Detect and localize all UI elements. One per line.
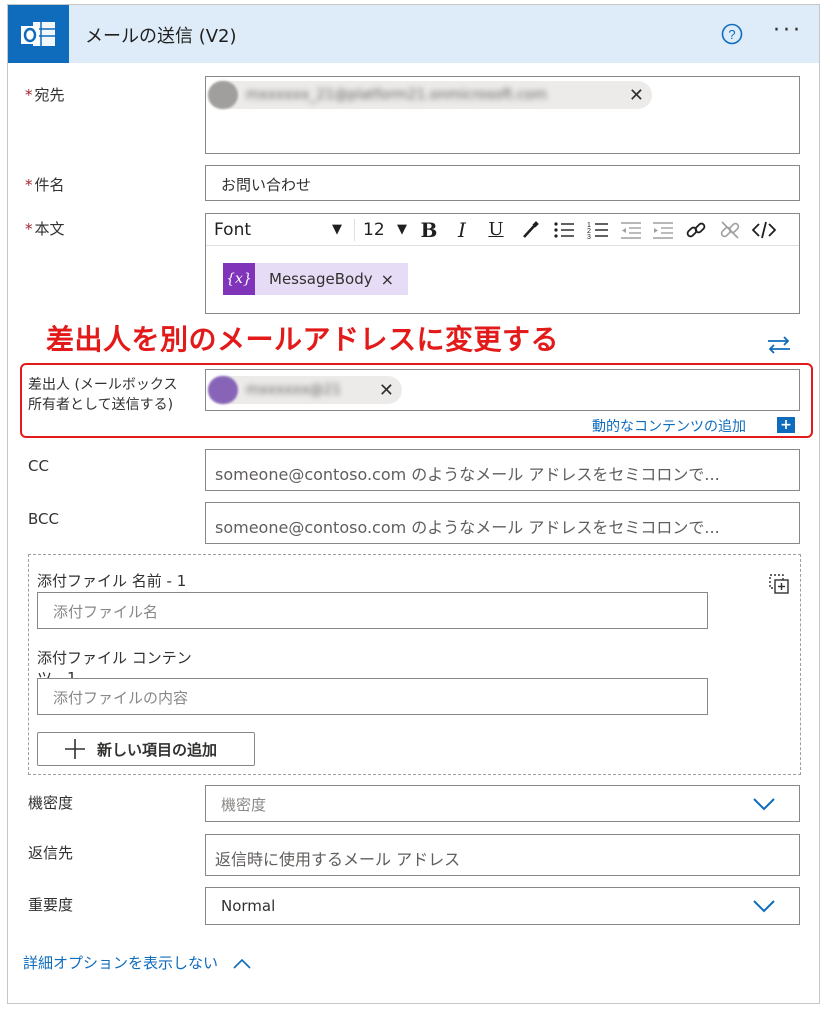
- font-color-icon[interactable]: [513, 214, 547, 246]
- attachment-name-input[interactable]: 添付ファイル名: [37, 592, 708, 629]
- hide-advanced-options-label: 詳細オプションを表示しない: [23, 954, 219, 972]
- sensitivity-label: 機密度: [28, 794, 74, 812]
- remove-token-icon[interactable]: ×: [381, 270, 394, 289]
- to-label: * 宛先: [25, 86, 65, 104]
- bcc-placeholder: someone@contoso.com のようなメール アドレスをセミコロンで.…: [215, 518, 720, 537]
- from-field[interactable]: mxxxxxx@21 ✕: [205, 369, 800, 411]
- sensitivity-dropdown[interactable]: 機密度: [205, 785, 800, 822]
- from-label-line2: 所有者として送信する): [28, 397, 174, 413]
- attachment-name-label: 添付ファイル 名前 - 1: [37, 572, 187, 590]
- chevron-down-icon: [753, 900, 775, 913]
- card-title: メールの送信 (V2): [85, 26, 237, 47]
- sender-email-redacted: mxxxxxx@21: [246, 382, 342, 398]
- code-view-icon[interactable]: [747, 214, 781, 246]
- importance-label: 重要度: [28, 896, 74, 914]
- variable-icon: {x}: [223, 263, 255, 295]
- chevron-down-icon: [753, 798, 775, 811]
- increase-indent-icon[interactable]: [647, 214, 679, 246]
- svg-text:3: 3: [587, 234, 591, 240]
- link-icon[interactable]: [679, 214, 713, 246]
- attachment-content-label-line2: ツ - 1: [37, 669, 77, 678]
- attachment-content-label-line1: 添付ファイル コンテン: [37, 649, 192, 667]
- attachments-group: 添付ファイル 名前 - 1 添付ファイル名 添付ファイル コンテン ツ - 1 …: [28, 554, 801, 775]
- underline-icon[interactable]: U: [479, 214, 513, 246]
- svg-text:?: ?: [728, 27, 735, 42]
- body-label: * 本文: [25, 220, 65, 238]
- subject-input[interactable]: お問い合わせ: [205, 165, 800, 201]
- dropdown-arrow-icon: ▼: [397, 222, 407, 237]
- attachment-name-placeholder: 添付ファイル名: [53, 603, 159, 621]
- importance-dropdown[interactable]: Normal: [205, 887, 800, 925]
- swap-icon[interactable]: [766, 335, 792, 355]
- recipient-chip[interactable]: mxxxxxx_21@platform21.onmicrosoft.com ✕: [208, 81, 652, 109]
- attachment-content-input[interactable]: 添付ファイルの内容: [37, 678, 708, 715]
- from-label-line1: 差出人 (メールボックス: [28, 377, 178, 393]
- importance-value: Normal: [221, 897, 276, 915]
- dynamic-token-messagebody[interactable]: {x} MessageBody ×: [223, 263, 409, 295]
- attachment-content-placeholder: 添付ファイルの内容: [53, 689, 189, 707]
- card-header[interactable]: メールの送信 (V2) ? ···: [8, 5, 819, 63]
- remove-recipient-icon[interactable]: ✕: [629, 85, 644, 106]
- hide-advanced-options-link[interactable]: 詳細オプションを表示しない: [23, 952, 251, 973]
- add-plus-icon[interactable]: +: [777, 417, 795, 433]
- from-label: 差出人 (メールボックス 所有者として送信する): [28, 375, 178, 415]
- token-label: MessageBody: [269, 270, 373, 288]
- avatar: [208, 81, 238, 109]
- add-new-item-label: 新しい項目の追加: [97, 740, 218, 759]
- bcc-input[interactable]: someone@contoso.com のようなメール アドレスをセミコロンで.…: [205, 502, 800, 544]
- copy-icon[interactable]: [768, 573, 790, 595]
- add-new-item-button[interactable]: 新しい項目の追加: [37, 732, 255, 766]
- font-size-select[interactable]: 12 ▼: [355, 214, 413, 246]
- add-dynamic-content-link[interactable]: 動的なコンテンツの追加: [592, 416, 746, 436]
- reply-to-input[interactable]: 返信時に使用するメール アドレス: [205, 834, 800, 876]
- subject-value: お問い合わせ: [221, 176, 312, 194]
- sensitivity-placeholder: 機密度: [221, 796, 267, 814]
- font-family-value: Font: [214, 219, 252, 240]
- to-field[interactable]: mxxxxxx_21@platform21.onmicrosoft.com ✕: [205, 76, 800, 154]
- rich-text-toolbar: Font ▼ 12 ▼ B I U 123: [206, 214, 799, 246]
- annotation-text: 差出人を別のメールアドレスに変更する: [46, 323, 560, 356]
- action-card: メールの送信 (V2) ? ··· * 宛先 mxxxxxx_21@platfor…: [7, 4, 820, 1004]
- italic-icon[interactable]: I: [445, 214, 479, 246]
- attachment-content-label: 添付ファイル コンテン ツ - 1: [37, 648, 192, 678]
- sender-chip[interactable]: mxxxxxx@21 ✕: [208, 376, 402, 404]
- recipient-email-redacted: mxxxxxx_21@platform21.onmicrosoft.com: [246, 87, 547, 103]
- bcc-label: BCC: [28, 510, 59, 528]
- bold-icon[interactable]: B: [413, 214, 445, 246]
- cc-placeholder: someone@contoso.com のようなメール アドレスをセミコロンで.…: [215, 465, 720, 484]
- cc-input[interactable]: someone@contoso.com のようなメール アドレスをセミコロンで.…: [205, 449, 800, 491]
- help-circle-icon[interactable]: ?: [720, 22, 744, 46]
- reply-to-placeholder: 返信時に使用するメール アドレス: [215, 850, 461, 869]
- subject-label: * 件名: [25, 176, 65, 194]
- unlink-icon[interactable]: [713, 214, 747, 246]
- cc-label: CC: [28, 457, 49, 475]
- bullet-list-icon[interactable]: [547, 214, 581, 246]
- dropdown-arrow-icon: ▼: [332, 222, 342, 237]
- remove-sender-icon[interactable]: ✕: [379, 380, 394, 401]
- outlook-logo: [8, 5, 69, 63]
- reply-to-label: 返信先: [28, 844, 74, 862]
- plus-icon: [65, 739, 85, 759]
- numbered-list-icon[interactable]: 123: [581, 214, 615, 246]
- avatar: [208, 376, 238, 404]
- decrease-indent-icon[interactable]: [615, 214, 647, 246]
- chevron-up-icon: [233, 958, 251, 969]
- font-size-value: 12: [363, 219, 385, 240]
- font-family-select[interactable]: Font ▼: [206, 214, 354, 246]
- body-editor[interactable]: Font ▼ 12 ▼ B I U 123 {x} MessageBody ×: [205, 213, 800, 314]
- more-icon[interactable]: ···: [773, 20, 803, 42]
